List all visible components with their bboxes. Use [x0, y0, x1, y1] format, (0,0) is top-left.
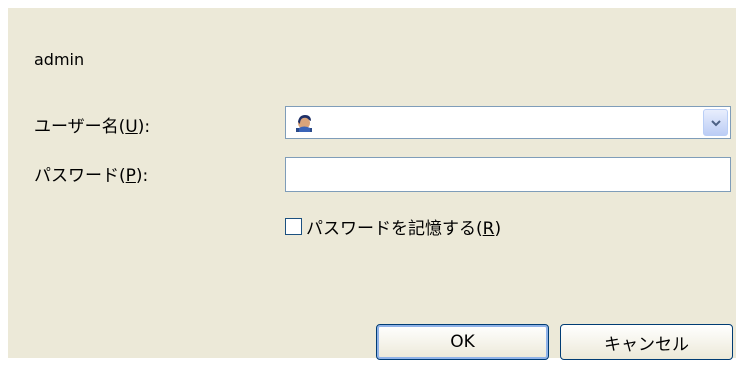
- chevron-down-icon[interactable]: [703, 109, 728, 136]
- username-combobox[interactable]: [285, 106, 731, 139]
- user-icon: [295, 113, 315, 133]
- cancel-button[interactable]: キャンセル: [560, 324, 733, 360]
- username-label: ユーザー名(U):: [34, 117, 151, 137]
- remember-password-label[interactable]: パスワードを記憶する(R): [306, 214, 501, 239]
- password-field[interactable]: [285, 157, 731, 192]
- login-dialog: admin ユーザー名(U): パスワード(P): パスワードを記憶する(R) …: [8, 8, 736, 360]
- remember-password-checkbox[interactable]: [285, 218, 302, 235]
- ok-button[interactable]: OK: [376, 324, 549, 360]
- password-label: パスワード(P):: [34, 166, 149, 186]
- remember-password-row[interactable]: パスワードを記憶する(R): [285, 214, 501, 239]
- server-name: admin: [34, 50, 85, 69]
